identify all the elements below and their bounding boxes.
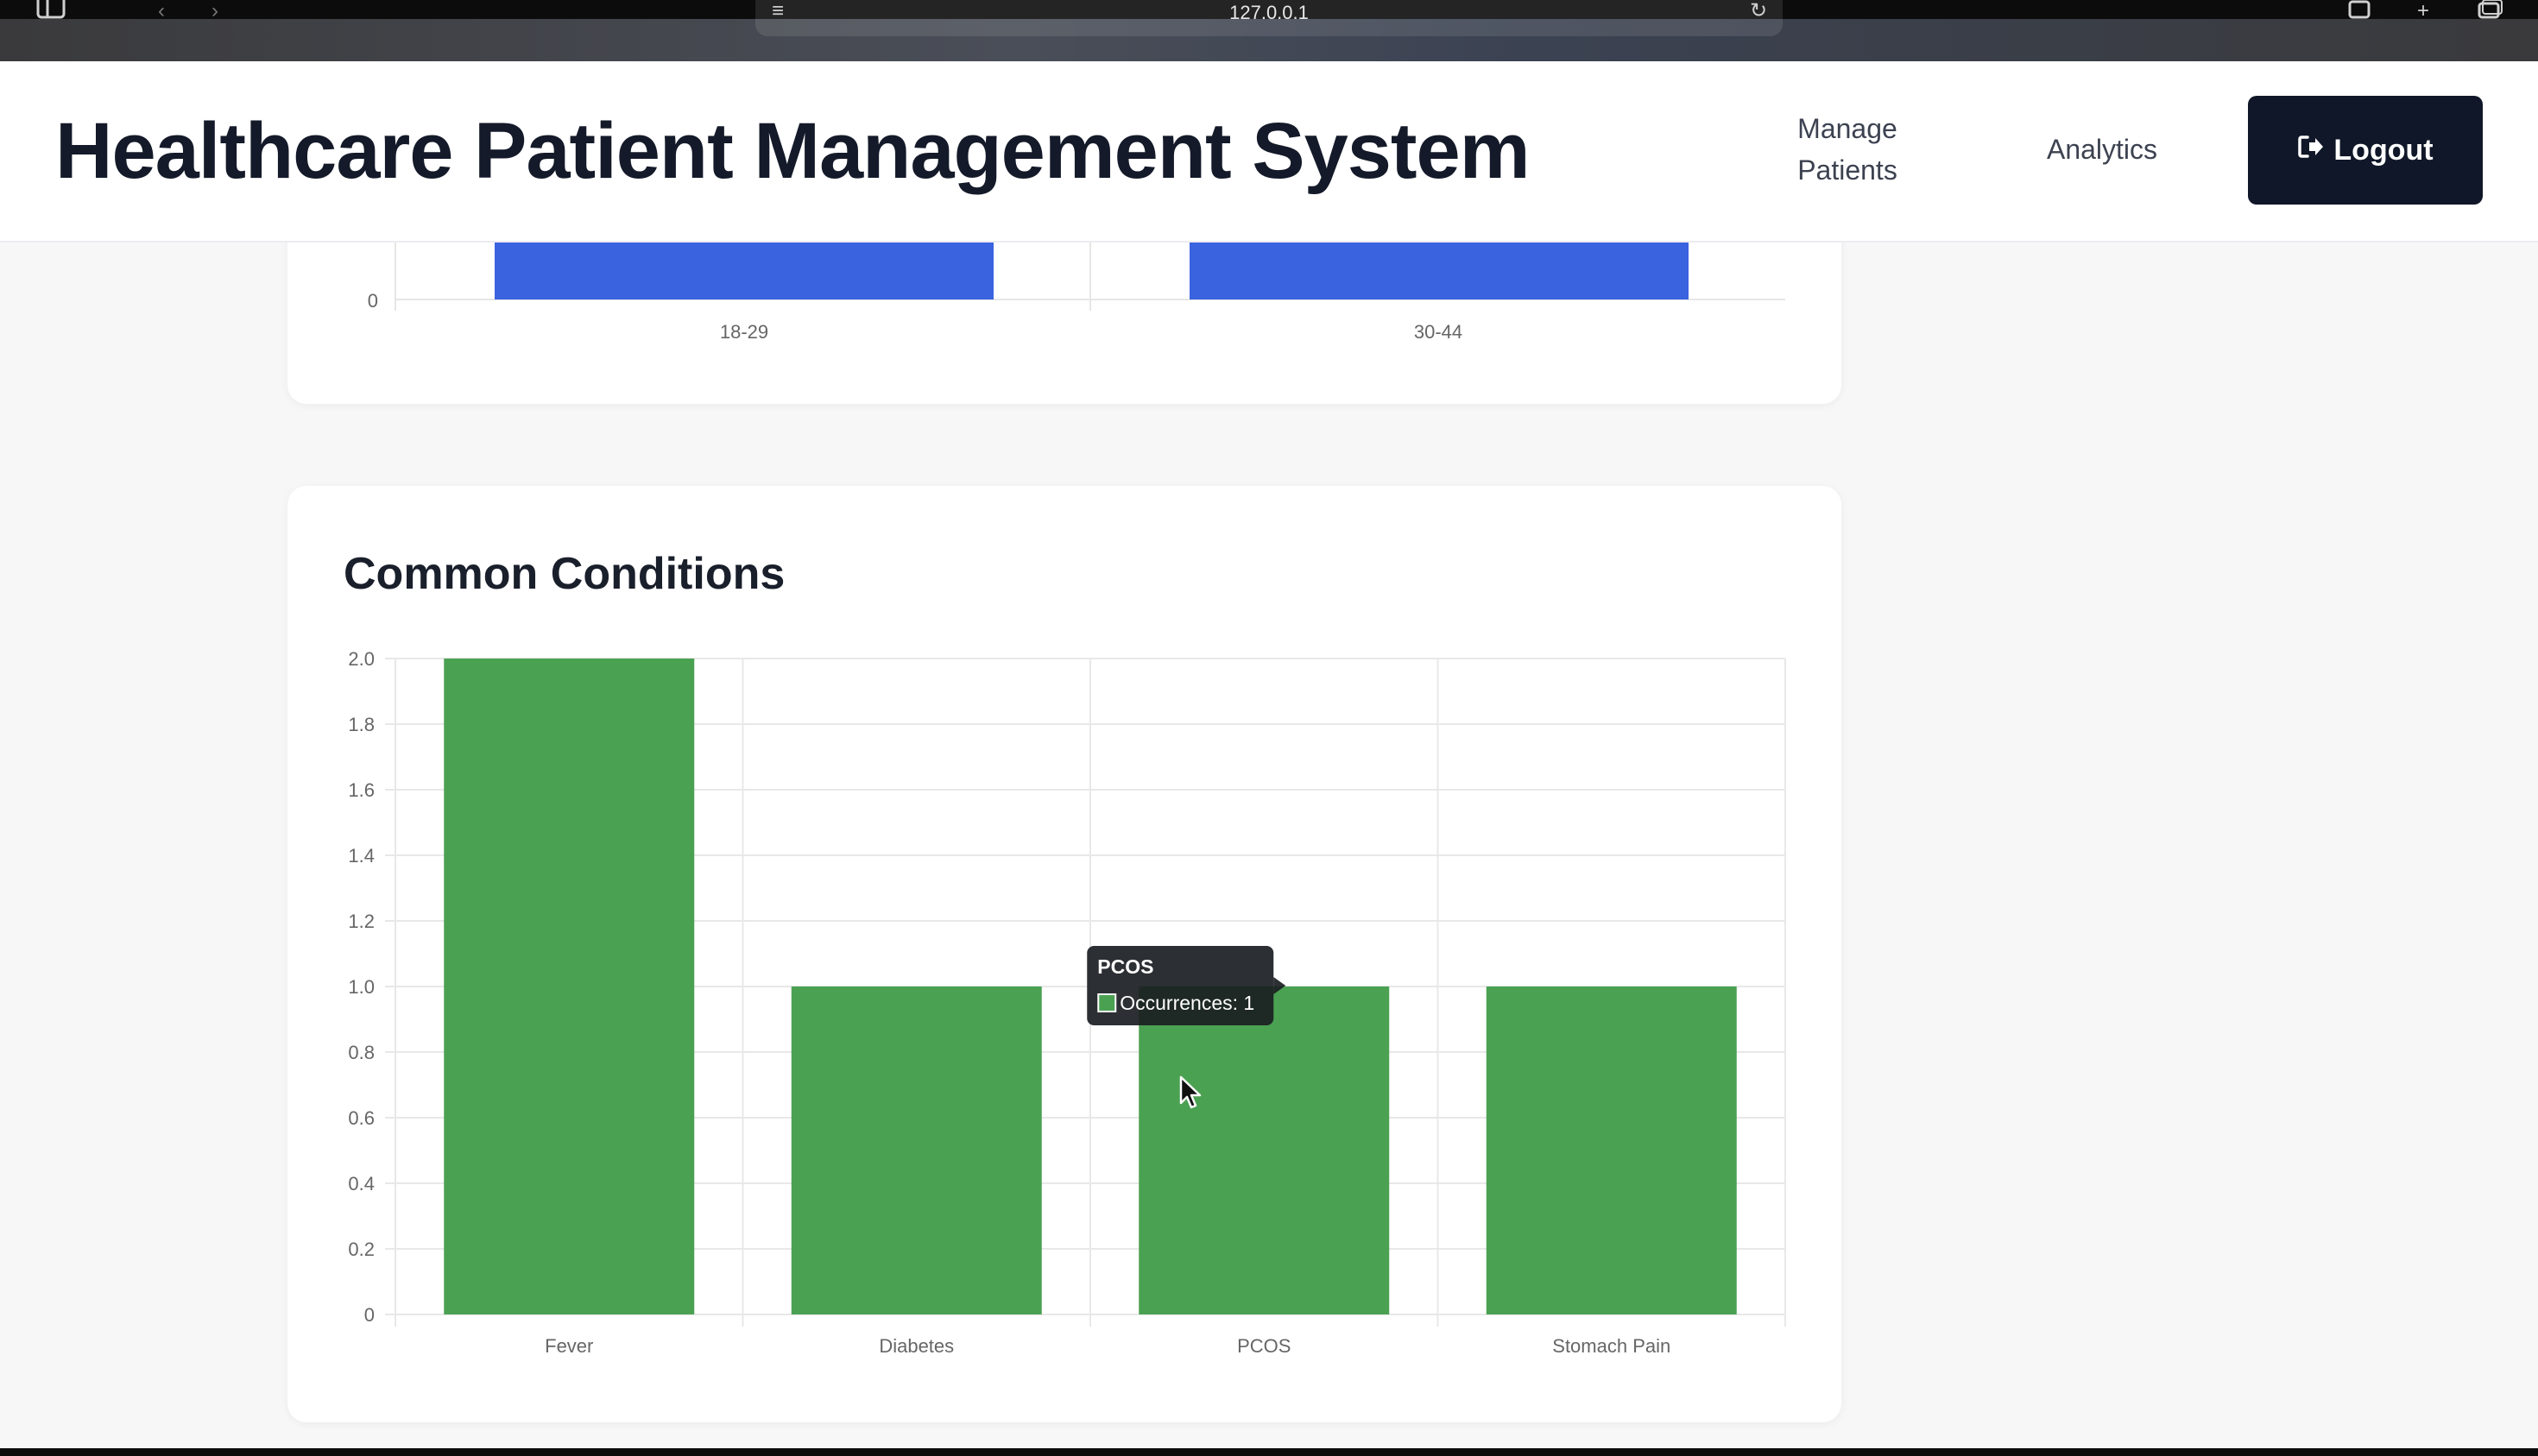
chart-tooltip-swatch	[1097, 993, 1117, 1012]
chart-tooltip: PCOS Occurrences: 1	[1087, 946, 1286, 1025]
forward-icon[interactable]: ›	[200, 0, 230, 26]
mouse-cursor-icon	[1178, 1075, 1204, 1115]
logout-label: Logout	[2333, 133, 2434, 167]
app-title: Healthcare Patient Management System	[55, 107, 1531, 195]
bar-stomach-pain[interactable]	[1486, 986, 1737, 1314]
nav-manage-line1: Manage	[1797, 113, 1897, 144]
y-tick-label: 0.4	[348, 1173, 375, 1194]
reader-icon[interactable]: ≡	[763, 0, 792, 26]
x-tick-label-stomach-pain: Stomach Pain	[1552, 1335, 1670, 1357]
age-y-tick-0: 0	[368, 290, 378, 312]
bar-pcos[interactable]	[1139, 986, 1390, 1314]
y-tick-label: 1.6	[348, 779, 375, 801]
y-tick-label: 1.0	[348, 976, 375, 998]
logout-icon	[2297, 134, 2325, 167]
sidebar-toggle-icon[interactable]	[36, 0, 66, 26]
logout-button[interactable]: Logout	[2248, 96, 2483, 205]
x-tick-label-pcos: PCOS	[1237, 1335, 1291, 1357]
address-bar[interactable]: 127.0.0.1	[755, 0, 1783, 36]
chart-tooltip-title: PCOS	[1097, 955, 1153, 978]
y-tick-label: 0.2	[348, 1239, 375, 1260]
reload-icon[interactable]: ↻	[1744, 0, 1773, 26]
y-tick-label: 0.6	[348, 1107, 375, 1129]
bar-diabetes[interactable]	[791, 986, 1042, 1314]
y-tick-label: 2.0	[348, 648, 375, 670]
y-tick-label: 1.4	[348, 845, 375, 867]
age-x-tick-30-44: 30-44	[1414, 321, 1462, 343]
nav-analytics[interactable]: Analytics	[2020, 129, 2184, 170]
chart-tooltip-label: Occurrences: 1	[1120, 992, 1254, 1014]
new-tab-icon[interactable]: +	[2409, 0, 2438, 26]
conditions-chart: 0 0.2 0.4 0.6 0.8 1.0 1.2 1.4 1.6 1.8 2.0 Fever Diab…	[348, 648, 1786, 1357]
bar-fever[interactable]	[444, 659, 695, 1314]
y-tick-label: 1.2	[348, 911, 375, 932]
app-header: Healthcare Patient Management System Man…	[0, 61, 2538, 243]
back-icon[interactable]: ‹	[147, 0, 176, 26]
screen-bottom-bar	[0, 1448, 2538, 1456]
y-tick-label: 0.8	[348, 1042, 375, 1063]
y-tick-label: 1.8	[348, 714, 375, 735]
common-conditions-card: Common Conditions 0 0.2 0.4 0.6 0.8 1.0 1.2 1.4…	[287, 486, 1841, 1422]
share-icon[interactable]	[2345, 0, 2374, 26]
browser-chrome: ‹ › 127.0.0.1 ≡ ↻ +	[0, 0, 2538, 61]
age-x-tick-18-29: 18-29	[720, 321, 768, 343]
x-tick-label-diabetes: Diabetes	[879, 1335, 954, 1357]
conditions-chart-title: Common Conditions	[344, 549, 786, 599]
address-bar-url: 127.0.0.1	[1229, 2, 1309, 23]
x-tick-label-fever: Fever	[545, 1335, 593, 1357]
y-tick-label: 0	[364, 1304, 375, 1326]
nav-manage-line2: Patients	[1797, 154, 1897, 186]
nav-manage-patients[interactable]: Manage Patients	[1778, 108, 1916, 191]
tabs-overview-icon[interactable]	[2474, 0, 2503, 26]
